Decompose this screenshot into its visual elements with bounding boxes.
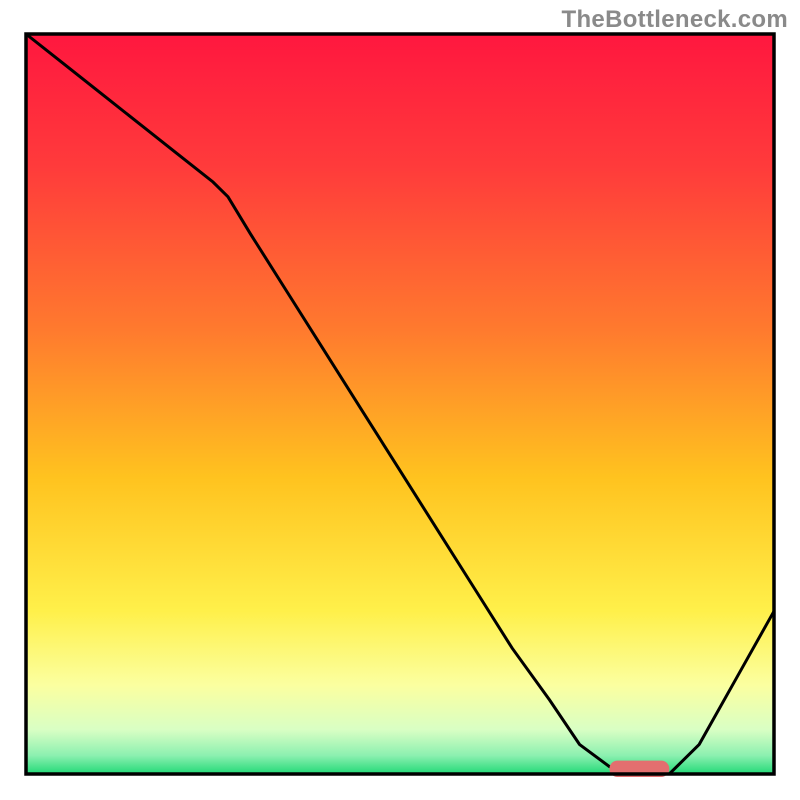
chart-svg (0, 0, 800, 800)
watermark-text: TheBottleneck.com (562, 6, 788, 34)
plot-background (26, 34, 774, 774)
bottleneck-chart: TheBottleneck.com (0, 0, 800, 800)
